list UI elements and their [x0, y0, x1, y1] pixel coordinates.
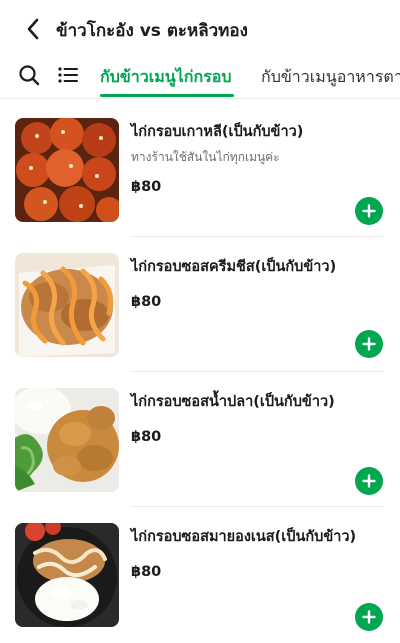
menu-item[interactable]: ไก่กรอบเกาหลี(เป็นกับข้าว) ทางร้านใช้สัน…	[0, 102, 400, 237]
back-button[interactable]	[20, 16, 46, 42]
menu-list: ไก่กรอบเกาหลี(เป็นกับข้าว) ทางร้านใช้สัน…	[0, 102, 400, 642]
menu-item[interactable]: ไก่กรอบซอสครีมชีส(เป็นกับข้าว) ฿80	[0, 237, 400, 372]
item-price: ฿80	[131, 294, 162, 310]
tab-side-dishes[interactable]: กับข้าวเมนูอาหารตาม	[261, 65, 400, 90]
plus-icon	[362, 610, 376, 624]
item-price: ฿80	[131, 564, 162, 580]
search-button[interactable]	[16, 62, 42, 88]
food-image-mayonnaise-chicken	[15, 523, 119, 627]
food-image-fish-sauce-chicken	[15, 388, 119, 492]
plus-icon	[362, 474, 376, 488]
food-image-korean-chicken	[15, 118, 119, 222]
tabbar-divider	[0, 98, 400, 99]
item-price: ฿80	[131, 429, 162, 445]
item-description: ทางร้านใช้สันในไก่ทุกเมนูค่ะ	[131, 150, 280, 164]
active-tab-indicator	[100, 94, 234, 97]
plus-icon	[362, 337, 376, 351]
page-title: ข้าวโกะอัง vs ตะหลิวทอง	[56, 21, 248, 41]
item-name: ไก่กรอบเกาหลี(เป็นกับข้าว)	[131, 124, 304, 140]
add-to-cart-button[interactable]	[355, 197, 383, 225]
chevron-left-icon	[27, 18, 39, 40]
item-name: ไก่กรอบซอสมายองเนส(เป็นกับข้าว)	[131, 529, 357, 545]
tab-crispy-chicken[interactable]: กับข้าวเมนูไก่กรอบ	[100, 65, 231, 90]
search-icon	[19, 65, 40, 86]
add-to-cart-button[interactable]	[355, 603, 383, 631]
food-image-cream-cheese-chicken	[15, 253, 119, 357]
add-to-cart-button[interactable]	[355, 467, 383, 495]
header: ข้าวโกะอัง vs ตะหลิวทอง	[0, 0, 400, 58]
plus-icon	[362, 204, 376, 218]
item-name: ไก่กรอบซอสครีมชีส(เป็นกับข้าว)	[131, 259, 337, 275]
item-name: ไก่กรอบซอสน้ำปลา(เป็นกับข้าว)	[131, 394, 335, 410]
menu-item[interactable]: ไก่กรอบซอสน้ำปลา(เป็นกับข้าว) ฿80	[0, 372, 400, 507]
item-price: ฿80	[131, 179, 162, 195]
menu-item[interactable]: ไก่กรอบซอสมายองเนส(เป็นกับข้าว) ฿80	[0, 507, 400, 642]
category-list-button[interactable]	[55, 62, 81, 88]
add-to-cart-button[interactable]	[355, 330, 383, 358]
category-tabbar: กับข้าวเมนูไก่กรอบ กับข้าวเมนูอาหารตาม	[0, 58, 400, 100]
menu-list-icon	[58, 67, 78, 83]
